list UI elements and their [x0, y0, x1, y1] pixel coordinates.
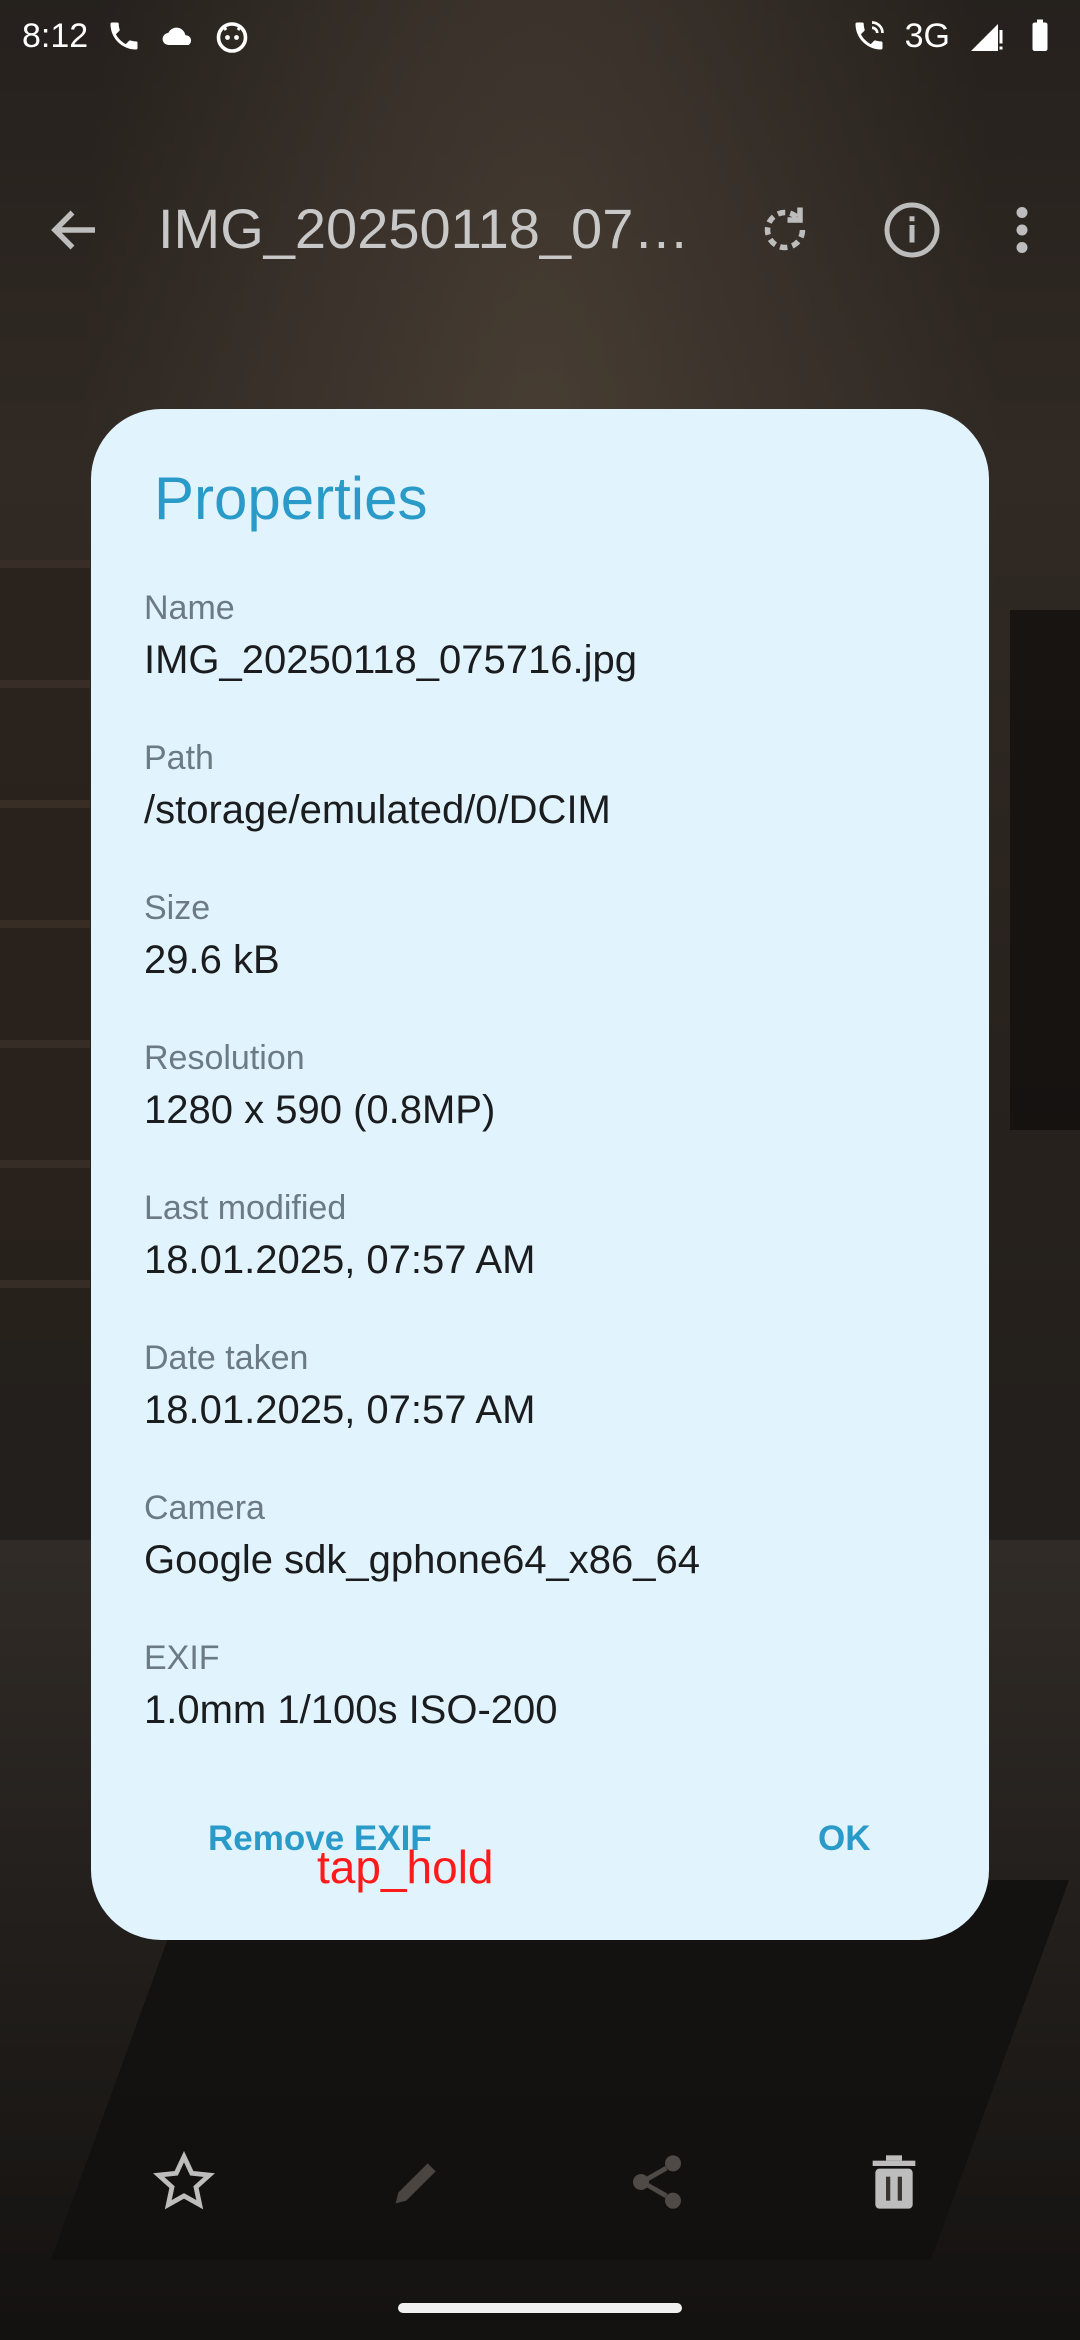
info-icon[interactable] [882, 200, 942, 260]
dialog-actions: Remove EXIF OK [91, 1819, 989, 1889]
battery-icon [1032, 19, 1048, 51]
status-time: 8:12 [22, 16, 89, 55]
property-last-modified: Last modified 18.01.2025, 07:57 AM [144, 1189, 535, 1283]
image-title: IMG_20250118_07… [158, 197, 690, 260]
share-icon[interactable] [625, 2150, 689, 2214]
rotate-icon[interactable] [755, 200, 815, 260]
back-arrow-icon[interactable] [45, 200, 105, 260]
property-label: Last modified [144, 1189, 347, 1227]
gesture-nav-handle[interactable] [398, 2303, 682, 2313]
network-type: 3G [904, 16, 950, 55]
property-label: Camera [144, 1489, 265, 1527]
property-label: EXIF [144, 1639, 220, 1677]
property-size: Size 29.6 kB [144, 889, 280, 983]
property-value: 1280 x 590 (0.8MP) [144, 1088, 496, 1132]
property-date-taken: Date taken 18.01.2025, 07:57 AM [144, 1339, 535, 1433]
property-label: Path [144, 739, 214, 777]
properties-dialog: Properties Name IMG_20250118_075716.jpg … [91, 409, 989, 1940]
property-label: Resolution [144, 1039, 305, 1077]
property-value: /storage/emulated/0/DCIM [144, 788, 611, 832]
property-value: IMG_20250118_075716.jpg [144, 638, 638, 682]
property-label: Date taken [144, 1339, 309, 1377]
ok-button[interactable]: OK [818, 1819, 871, 1859]
property-value: 1.0mm 1/100s ISO-200 [144, 1688, 558, 1732]
property-value: 29.6 kB [144, 938, 280, 982]
top-app-bar: IMG_20250118_07… [0, 180, 1080, 280]
wifi-calling-icon [855, 21, 884, 50]
property-label: Name [144, 589, 235, 627]
delete-icon[interactable] [862, 2150, 926, 2214]
property-value: 18.01.2025, 07:57 AM [144, 1238, 536, 1282]
property-camera: Camera Google sdk_gphone64_x86_64 [144, 1489, 700, 1583]
property-path: Path /storage/emulated/0/DCIM [144, 739, 611, 833]
signal-icon [971, 24, 1003, 51]
more-vert-icon[interactable] [992, 200, 1052, 260]
status-bar: 8:12 3G [0, 0, 1080, 72]
property-resolution: Resolution 1280 x 590 (0.8MP) [144, 1039, 495, 1133]
property-name: Name IMG_20250118_075716.jpg [144, 589, 637, 683]
action-annotation: tap_hold [317, 1841, 494, 1893]
phone-icon [110, 22, 138, 50]
edit-icon[interactable] [385, 2150, 449, 2214]
star-icon[interactable] [152, 2150, 216, 2214]
cloud-icon [162, 27, 192, 46]
property-value: Google sdk_gphone64_x86_64 [144, 1538, 701, 1582]
property-value: 18.01.2025, 07:57 AM [144, 1388, 536, 1432]
property-exif: EXIF 1.0mm 1/100s ISO-200 [144, 1639, 558, 1733]
property-label: Size [144, 889, 211, 927]
android-face-icon [216, 22, 248, 53]
bottom-toolbar [0, 2150, 1080, 2230]
dialog-title: Properties [154, 465, 428, 532]
